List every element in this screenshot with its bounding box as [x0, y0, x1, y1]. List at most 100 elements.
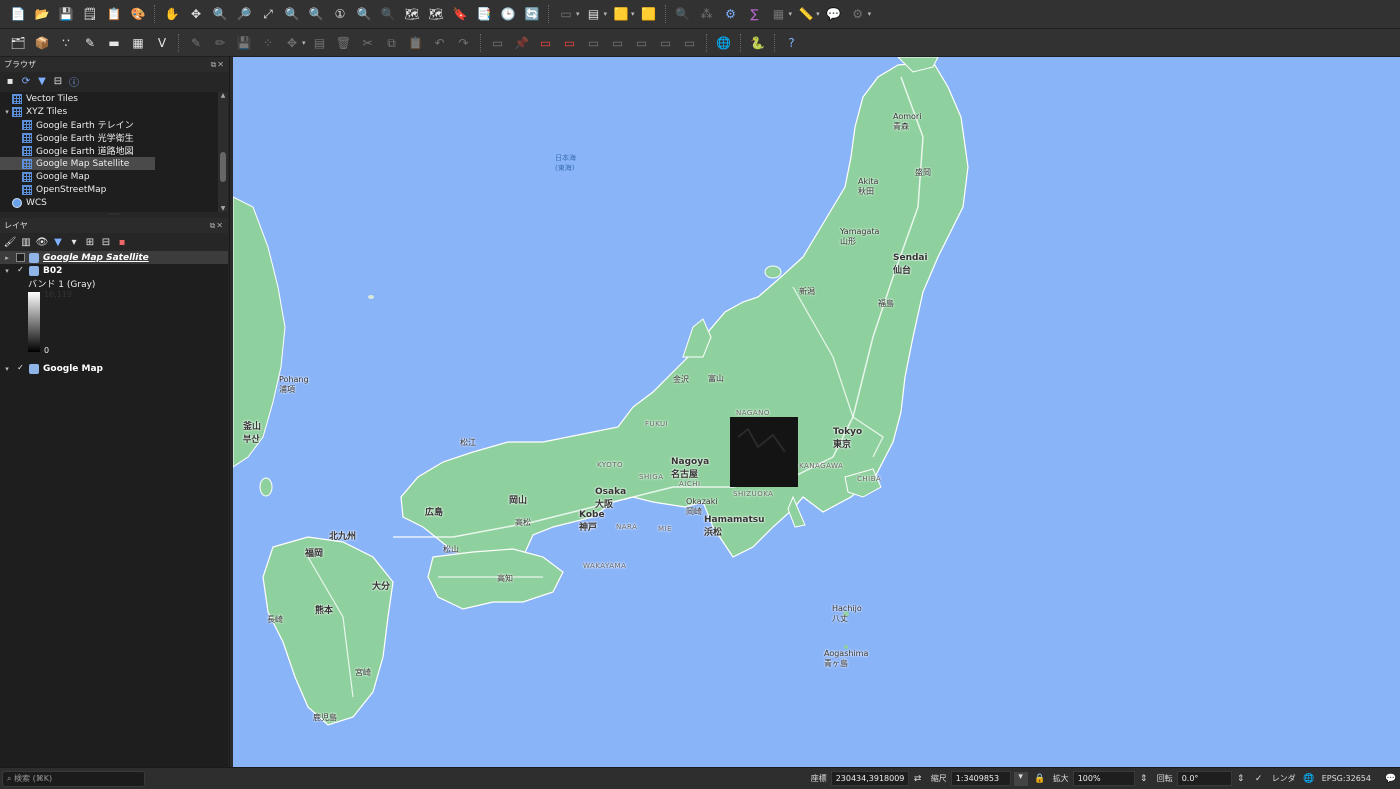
expand-arrow-icon[interactable]: ▾	[2, 267, 12, 275]
identify-icon[interactable]: 🔍	[673, 4, 693, 24]
expand-all-icon[interactable]: ⊞	[83, 235, 97, 249]
new-map-view-icon[interactable]: 🗺	[402, 4, 422, 24]
new-temporary-layer-icon[interactable]: ▦	[128, 33, 148, 53]
magnifier-spin-icon[interactable]: ⇕	[1138, 774, 1150, 784]
current-edits-icon[interactable]: ✎	[186, 33, 206, 53]
remove-layer-icon[interactable]: ▪	[115, 235, 129, 249]
toggle-editing-icon[interactable]: ✏	[210, 33, 230, 53]
new-bookmark-icon[interactable]: 🔖	[450, 4, 470, 24]
new-3d-view-icon[interactable]: 🗺	[426, 4, 446, 24]
map-canvas[interactable]: 日本海 (東海) Tokyo 東京 Nagoya 名古屋 Osaka 大阪 Kobe 神戸…	[233, 57, 1400, 767]
browser-item[interactable]: Vector Tiles	[0, 92, 218, 105]
delete-selected-icon[interactable]: 🗑	[334, 33, 354, 53]
layer-checkbox[interactable]	[16, 253, 25, 262]
plugins-icon[interactable]: 🌐	[714, 33, 734, 53]
new-print-layout-icon[interactable]: 🗒	[80, 4, 100, 24]
visibility-icon[interactable]: 👁	[35, 235, 49, 249]
temporal-controller-icon[interactable]: 🕒	[498, 4, 518, 24]
browser-item[interactable]: Google Earth テレイン	[0, 118, 218, 131]
dock-controls[interactable]: ⧉✕	[210, 221, 224, 231]
new-shapefile-icon[interactable]: ∵	[56, 33, 76, 53]
toggle-extents-icon[interactable]: ⇄	[912, 774, 924, 784]
render-checkbox[interactable]: ✓	[1253, 774, 1265, 784]
add-group-icon[interactable]: ▥	[19, 235, 33, 249]
expand-arrow-icon[interactable]: ▾	[2, 365, 12, 373]
statistics-icon[interactable]: ⁂	[697, 4, 717, 24]
map-tips-icon[interactable]: 💬	[824, 4, 844, 24]
save-project-icon[interactable]: 💾	[56, 4, 76, 24]
browser-item[interactable]: Google Map	[0, 170, 218, 183]
add-selected-icon[interactable]: ▪	[3, 74, 17, 88]
add-feature-icon[interactable]: ⁘	[258, 33, 278, 53]
pan-to-selection-icon[interactable]: ✥	[186, 4, 206, 24]
expand-arrow-icon[interactable]: ▾	[2, 108, 12, 116]
scroll-down-icon[interactable]: ▼	[218, 205, 228, 212]
scale-dropdown-icon[interactable]: ▾	[1013, 771, 1028, 786]
rotation-spin-icon[interactable]: ⇕	[1235, 774, 1247, 784]
undo-icon[interactable]: ↶	[430, 33, 450, 53]
show-bookmarks-icon[interactable]: 📑	[474, 4, 494, 24]
zoom-out-icon[interactable]: 🔎	[234, 4, 254, 24]
new-geopackage-layer-icon[interactable]: 📦	[32, 33, 52, 53]
copy-icon[interactable]: ⧉	[382, 33, 402, 53]
browser-item[interactable]: WCS	[0, 196, 218, 209]
layout-manager-icon[interactable]: 📋	[104, 4, 124, 24]
data-source-manager-icon[interactable]: 🗂	[8, 33, 28, 53]
expand-arrow-icon[interactable]: ▸	[2, 254, 12, 262]
modify-attributes-icon[interactable]: ▤	[310, 33, 330, 53]
rotate-label-icon[interactable]: ▭	[608, 33, 628, 53]
new-spatialite-icon[interactable]: ✎	[80, 33, 100, 53]
browser-item[interactable]: Google Map Satellite	[0, 157, 155, 170]
zoom-next-icon[interactable]: 🔍	[378, 4, 398, 24]
layers-tree[interactable]: ▸ Google Map Satellite ▾ ✓ B02 バンド 1 (Gr…	[0, 251, 228, 781]
open-attribute-table-icon[interactable]: ▦	[769, 4, 789, 24]
magnifier-field[interactable]: 100%	[1072, 771, 1135, 786]
rotation-field[interactable]: 0.0°	[1176, 771, 1232, 786]
vertex-tool-icon[interactable]: ✥	[282, 33, 302, 53]
style-icon[interactable]: 🖌	[3, 235, 17, 249]
zoom-in-icon[interactable]: 🔍	[210, 4, 230, 24]
pin-labels-icon[interactable]: 📌	[512, 33, 532, 53]
lock-scale-icon[interactable]: 🔒	[1034, 774, 1046, 784]
new-project-icon[interactable]: 📄	[8, 4, 28, 24]
coordinate-field[interactable]: 230434,3918009	[830, 771, 909, 786]
scroll-up-icon[interactable]: ▲	[218, 92, 228, 99]
pan-icon[interactable]: ✋	[162, 4, 182, 24]
georeferencer-icon[interactable]: V	[152, 33, 172, 53]
zoom-to-layer-icon[interactable]: 🔍	[306, 4, 326, 24]
save-edits-icon[interactable]: 💾	[234, 33, 254, 53]
browser-item[interactable]: ▾ XYZ Tiles	[0, 105, 218, 118]
measure-icon[interactable]: 📏	[796, 4, 816, 24]
open-attribute-table-icon[interactable]: 🟨	[639, 4, 659, 24]
zoom-native-icon[interactable]: ①	[330, 4, 350, 24]
python-console-icon[interactable]: 🐍	[748, 33, 768, 53]
refresh-icon[interactable]: 🔄	[522, 4, 542, 24]
label-properties-icon[interactable]: ▭	[656, 33, 676, 53]
refresh-icon[interactable]: ⟳	[19, 74, 33, 88]
zoom-full-icon[interactable]: ⤢	[258, 4, 278, 24]
new-virtual-layer-icon[interactable]: ▬	[104, 33, 124, 53]
browser-item[interactable]: Google Earth 光学衛生	[0, 131, 218, 144]
help-icon[interactable]: ?	[782, 33, 802, 53]
crs-label[interactable]: EPSG:32654	[1322, 774, 1371, 783]
zoom-to-selection-icon[interactable]: 🔍	[282, 4, 302, 24]
layer-row-b02[interactable]: ▾ ✓ B02	[0, 264, 228, 277]
open-project-icon[interactable]: 📂	[32, 4, 52, 24]
info-icon[interactable]: ⓘ	[67, 74, 81, 89]
browser-tree[interactable]: Vector Tiles ▾ XYZ Tiles Google Earth テレイン G…	[0, 92, 218, 212]
deselect-icon[interactable]: 🟨	[611, 4, 631, 24]
label-toolbar-icon[interactable]: ▭	[488, 33, 508, 53]
collapse-all-icon[interactable]: ⊟	[99, 235, 113, 249]
locator-search-input[interactable]: ⌕ 検索 (⌘K)	[2, 770, 145, 787]
scale-field[interactable]: 1:3409853	[950, 771, 1011, 786]
scroll-thumb[interactable]	[220, 152, 226, 182]
layer-row-google-map-satellite[interactable]: ▸ Google Map Satellite	[0, 251, 228, 264]
paste-icon[interactable]: 📋	[406, 33, 426, 53]
messages-icon[interactable]: 💬	[1385, 774, 1397, 784]
browser-item[interactable]: Google Earth 道路地図	[0, 144, 218, 157]
change-label-icon[interactable]: ▭	[632, 33, 652, 53]
select-by-value-icon[interactable]: ▤	[584, 4, 604, 24]
browser-item[interactable]: OpenStreetMap	[0, 183, 218, 196]
settings-icon[interactable]: ⚙	[721, 4, 741, 24]
highlight-labels-icon[interactable]: ▭	[536, 33, 556, 53]
